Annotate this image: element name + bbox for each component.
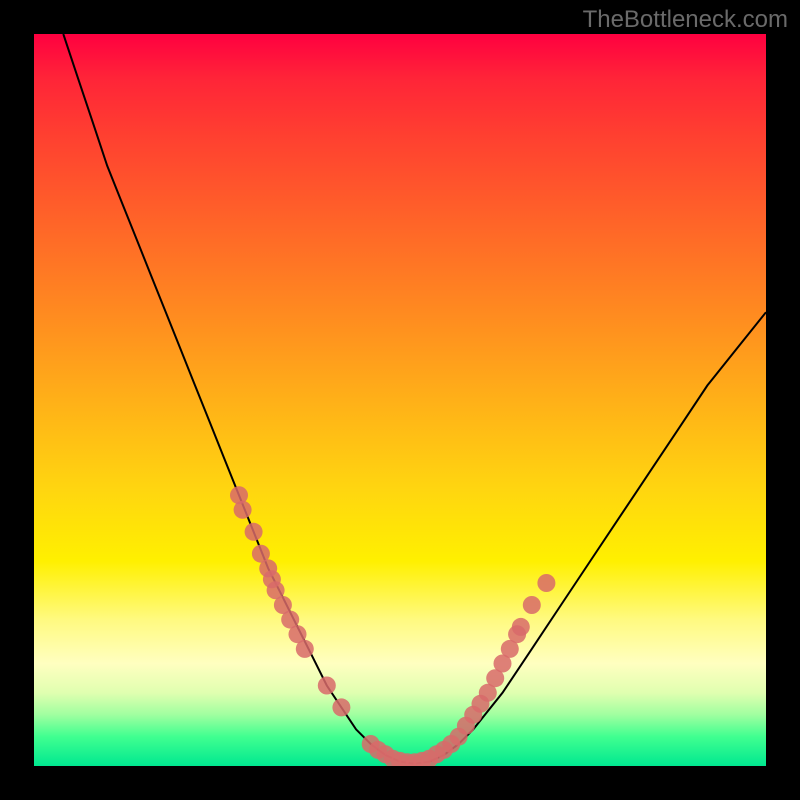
scatter-dot <box>537 574 555 592</box>
chart-svg <box>34 34 766 766</box>
scatter-right-cluster <box>450 574 556 746</box>
watermark-text: TheBottleneck.com <box>583 6 788 34</box>
scatter-left-cluster <box>230 486 350 716</box>
scatter-dot <box>296 640 314 658</box>
scatter-dot <box>512 618 530 636</box>
scatter-bottom-cluster <box>362 735 461 766</box>
scatter-dot <box>318 677 336 695</box>
scatter-dot <box>332 698 350 716</box>
scatter-dot <box>523 596 541 614</box>
scatter-dot <box>234 501 252 519</box>
bottleneck-curve-line <box>63 34 766 764</box>
chart-plot-area <box>34 34 766 766</box>
scatter-dot <box>245 523 263 541</box>
